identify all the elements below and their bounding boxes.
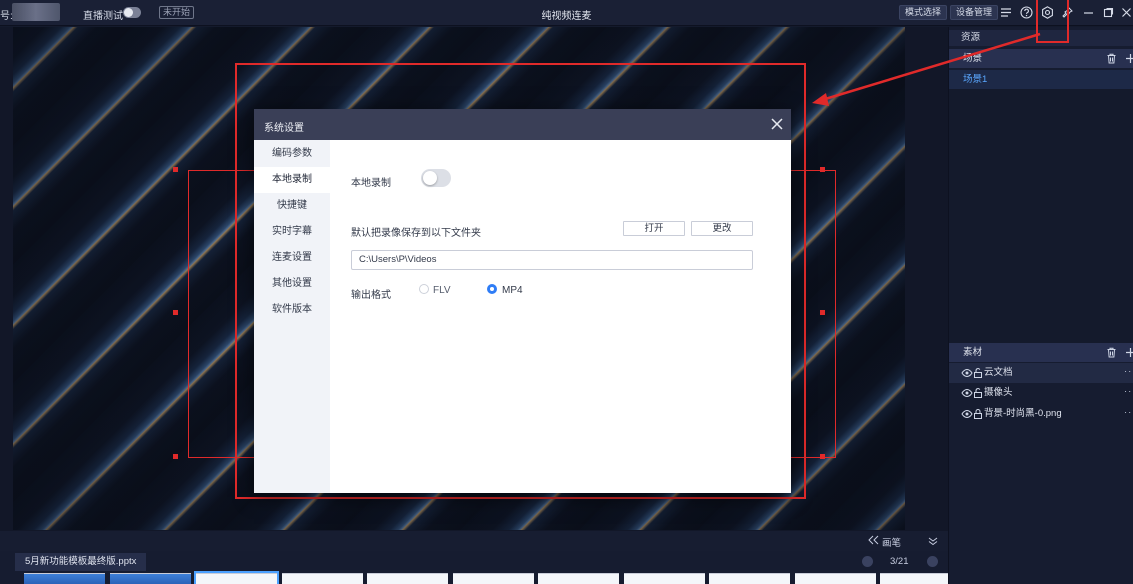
resize-handle-mid-left[interactable] — [173, 310, 178, 315]
nav-item-co-stream[interactable]: 连麦设置 — [254, 245, 330, 271]
more-options-icon[interactable]: ··· — [1124, 382, 1133, 402]
dialog-close-icon[interactable] — [769, 116, 785, 132]
unlock-icon[interactable] — [972, 387, 984, 399]
live-test-label: 直播测试 — [83, 11, 123, 22]
resize-handle-bottom-left[interactable] — [173, 454, 178, 459]
maximize-icon[interactable] — [1100, 4, 1116, 20]
resize-handle-bottom-right[interactable] — [820, 454, 825, 459]
resize-handle-mid-right[interactable] — [820, 310, 825, 315]
material-name: 背景-时尚黑-0.png — [984, 408, 1062, 419]
page-indicator: 3/21 — [890, 556, 909, 567]
slide-thumbnail[interactable] — [624, 573, 705, 584]
save-folder-label: 默认把录像保存到以下文件夹 — [351, 228, 481, 239]
open-folder-button[interactable]: 打开 — [623, 221, 685, 236]
material-name: 摄像头 — [984, 387, 1013, 398]
next-page-button[interactable] — [927, 556, 938, 567]
slide-thumbnail[interactable] — [453, 573, 534, 584]
more-options-icon[interactable]: ··· — [1124, 362, 1133, 382]
slide-thumbnail[interactable] — [795, 573, 876, 584]
local-record-panel: 本地录制 默认把录像保存到以下文件夹 打开 更改 C:\Users\P\Vide… — [330, 140, 791, 493]
minimize-icon[interactable] — [1080, 4, 1096, 20]
app-window: 号: 直播测试 未开始 纯视频连麦 模式选择 设备管理 系统设置 编码参数 本地… — [0, 0, 1133, 584]
slide-thumbnail[interactable] — [880, 573, 948, 584]
nav-item-encoding[interactable]: 编码参数 — [254, 141, 330, 167]
material-name: 云文档 — [984, 367, 1013, 378]
system-settings-dialog: 系统设置 编码参数 本地录制 快捷键 实时字幕 连麦设置 其他设置 软件版本 本… — [254, 109, 791, 493]
format-mp4-radio[interactable] — [487, 284, 497, 294]
add-scene-icon[interactable] — [1125, 53, 1133, 64]
lock-icon[interactable] — [972, 408, 984, 420]
scenes-title: 场景 — [963, 53, 983, 64]
slide-thumbnail-strip — [24, 571, 948, 584]
canvas-brush-label[interactable]: 画笔 — [882, 535, 901, 549]
top-bar: 号: 直播测试 未开始 纯视频连麦 模式选择 设备管理 — [0, 0, 1133, 26]
nav-item-subtitles[interactable]: 实时字幕 — [254, 219, 330, 245]
settings-nav: 编码参数 本地录制 快捷键 实时字幕 连麦设置 其他设置 软件版本 — [254, 140, 330, 493]
chevron-down-icon[interactable] — [928, 536, 938, 549]
material-item-cloud-doc[interactable]: 云文档 ··· — [949, 363, 1133, 383]
help-icon[interactable] — [1018, 4, 1034, 20]
slide-thumbnail[interactable] — [24, 573, 105, 584]
document-file-tab[interactable]: 5月新功能模板最终版.pptx — [15, 553, 147, 571]
account-prefix: 号: — [0, 11, 13, 22]
scene-item-1[interactable]: 场景1 — [949, 70, 1133, 89]
materials-title: 素材 — [963, 347, 983, 358]
collapse-left-icon[interactable] — [868, 535, 879, 548]
more-options-icon[interactable]: ··· — [1124, 403, 1133, 423]
slide-thumbnail[interactable] — [110, 573, 191, 584]
close-icon[interactable] — [1118, 4, 1133, 20]
right-panel: 资源 场景 场景1 素材 云文档 ··· — [948, 27, 1133, 584]
unlock-icon[interactable] — [972, 367, 984, 379]
slide-thumbnail[interactable] — [282, 573, 363, 584]
delete-material-icon[interactable] — [1106, 347, 1117, 358]
format-flv-radio[interactable] — [419, 284, 429, 294]
prev-page-button[interactable] — [862, 556, 873, 567]
material-item-background[interactable]: 背景-时尚黑-0.png ··· — [949, 404, 1133, 424]
gear-annotation-box — [1036, 0, 1069, 43]
save-path-input[interactable]: C:\Users\P\Videos — [351, 250, 753, 270]
status-badge: 未开始 — [159, 6, 195, 19]
slide-thumbnail[interactable] — [538, 573, 619, 584]
canvas-control-row: 画笔 — [0, 531, 948, 551]
material-item-camera[interactable]: 摄像头 ··· — [949, 383, 1133, 403]
dialog-title: 系统设置 — [264, 123, 304, 134]
resize-handle-top-left[interactable] — [173, 167, 178, 172]
change-folder-button[interactable]: 更改 — [691, 221, 753, 236]
nav-item-shortcuts[interactable]: 快捷键 — [254, 193, 330, 219]
add-material-icon[interactable] — [1125, 347, 1133, 358]
mode-select-button[interactable]: 模式选择 — [899, 5, 948, 20]
nav-item-local-record[interactable]: 本地录制 — [254, 167, 330, 193]
resize-handle-top-right[interactable] — [820, 167, 825, 172]
account-name-redacted — [12, 3, 60, 21]
menu-icon[interactable] — [998, 4, 1014, 20]
delete-scene-icon[interactable] — [1106, 53, 1117, 64]
device-manage-button[interactable]: 设备管理 — [950, 5, 999, 20]
format-mp4-label: MP4 — [502, 285, 523, 296]
nav-item-other[interactable]: 其他设置 — [254, 271, 330, 297]
scene-list — [949, 89, 1133, 343]
dialog-header: 系统设置 — [254, 109, 791, 140]
local-record-toggle[interactable] — [421, 169, 451, 187]
local-record-label: 本地录制 — [351, 178, 391, 189]
slide-thumbnail-selected[interactable] — [194, 571, 279, 584]
output-format-label: 输出格式 — [351, 290, 391, 301]
live-test-toggle[interactable] — [123, 7, 141, 18]
slide-thumbnail[interactable] — [367, 573, 448, 584]
nav-item-version[interactable]: 软件版本 — [254, 297, 330, 323]
format-flv-label: FLV — [433, 285, 451, 296]
slide-thumbnail[interactable] — [709, 573, 790, 584]
